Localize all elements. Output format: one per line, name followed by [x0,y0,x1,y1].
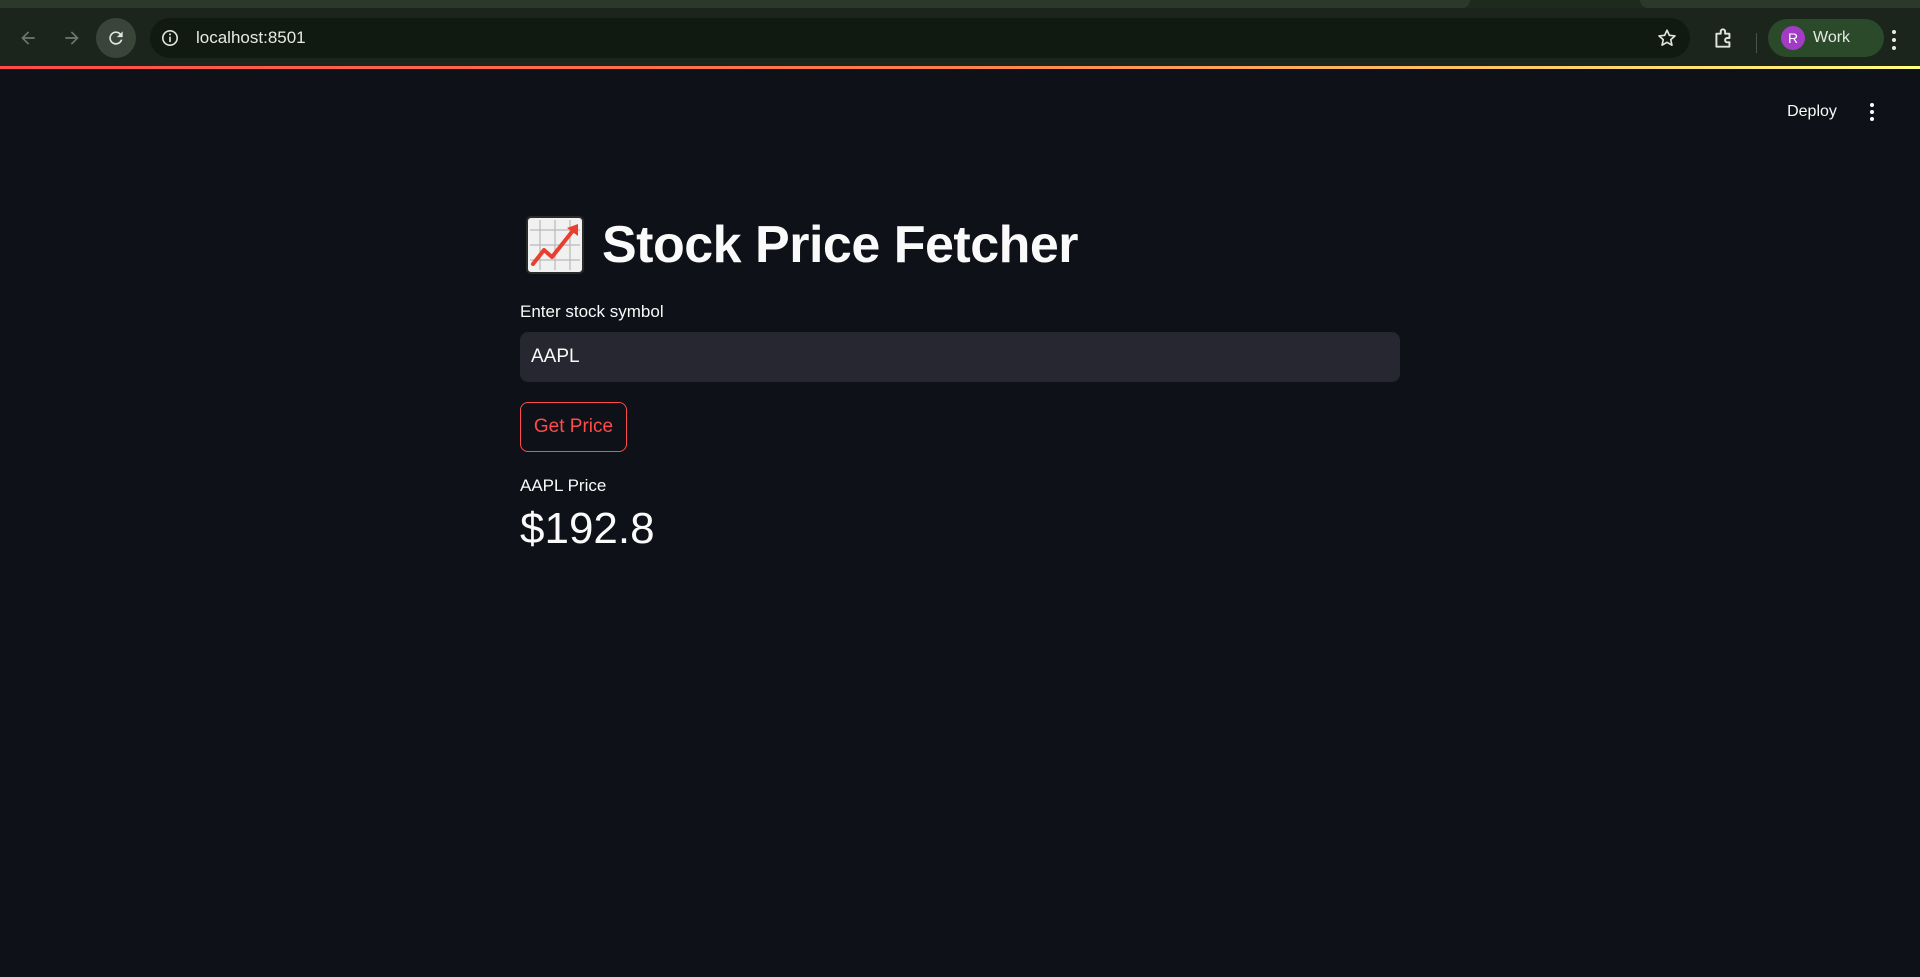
metric-label: AAPL Price [520,476,607,495]
site-info-icon[interactable] [160,28,180,48]
stock-symbol-input[interactable] [520,332,1400,382]
kebab-icon [1870,103,1874,107]
forward-button[interactable] [52,18,92,58]
address-bar[interactable]: localhost:8501 [150,18,1690,58]
browser-tabstrip [0,0,1920,8]
browser-tab[interactable] [1640,0,1920,8]
metric-value: $192.8 [520,504,655,553]
browser-tab[interactable] [0,0,1470,8]
chart-increasing-icon [526,216,584,274]
page-title: Stock Price Fetcher [520,200,1400,290]
browser-menu-button[interactable] [1880,26,1908,54]
toolbar-divider [1756,33,1757,53]
bookmark-star-icon[interactable] [1656,27,1678,49]
extensions-icon[interactable] [1711,25,1737,51]
browser-toolbar: localhost:8501 R Work [0,8,1920,68]
page-title-text: Stock Price Fetcher [602,216,1079,274]
avatar: R [1781,26,1805,50]
main-content: Stock Price Fetcher Enter stock symbol G… [520,200,1400,554]
main-menu-button[interactable] [1860,96,1884,128]
arrow-right-icon [65,31,79,45]
profile-button[interactable]: R Work [1768,19,1884,57]
url-text[interactable]: localhost:8501 [196,29,306,47]
get-price-button[interactable]: Get Price [520,402,627,452]
deploy-button[interactable]: Deploy [1770,96,1854,128]
stock-symbol-label: Enter stock symbol [520,302,664,321]
reload-button[interactable] [96,18,136,58]
profile-label: Work [1813,29,1851,46]
back-button[interactable] [8,18,48,58]
reload-icon [109,31,123,45]
arrow-left-icon [21,31,35,45]
app-decoration-bar [0,66,1920,69]
